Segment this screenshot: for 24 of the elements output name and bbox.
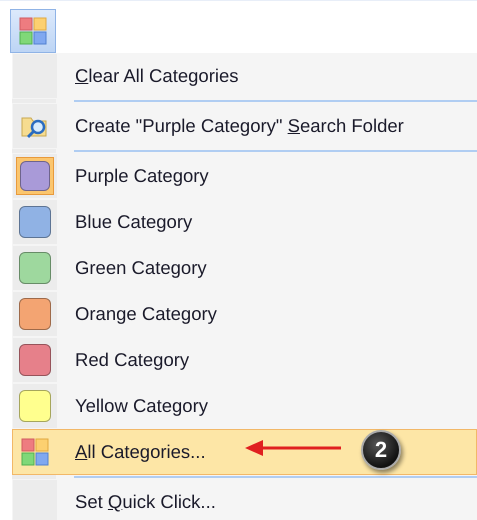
- categories-grid-icon: [21, 438, 49, 466]
- menu-item[interactable]: Set Quick Click...: [12, 479, 477, 520]
- menu-item-label: Create "Purple Category" Search Folder: [75, 115, 404, 137]
- menu-item-label: Green Category: [75, 257, 207, 279]
- menu-item-label: Yellow Category: [75, 395, 208, 417]
- menu-item[interactable]: Green Category: [12, 245, 477, 291]
- menu-item-label: Set Quick Click...: [75, 491, 216, 513]
- menu-item-label: Clear All Categories: [75, 65, 239, 87]
- menu-item-label: Blue Category: [75, 211, 192, 233]
- menu-item[interactable]: Orange Category: [12, 291, 477, 337]
- step-badge: 2: [361, 430, 401, 470]
- menu-item-label: Purple Category: [75, 165, 209, 187]
- menu-item[interactable]: Purple Category: [12, 153, 477, 199]
- categories-grid-icon: [19, 17, 47, 45]
- menu-item-label: Orange Category: [75, 303, 217, 325]
- menu-item[interactable]: Red Category: [12, 337, 477, 383]
- categorize-button[interactable]: [10, 9, 56, 53]
- menu-item[interactable]: Blue Category: [12, 199, 477, 245]
- menu-item-label: All Categories...: [75, 441, 206, 463]
- menu-item[interactable]: Create "Purple Category" Search Folder: [12, 103, 477, 149]
- menu-item[interactable]: Yellow Category: [12, 383, 477, 429]
- menu-item[interactable]: Clear All Categories: [12, 53, 477, 99]
- menu-item[interactable]: All Categories... 2: [12, 429, 477, 475]
- menu-item-label: Red Category: [75, 349, 190, 371]
